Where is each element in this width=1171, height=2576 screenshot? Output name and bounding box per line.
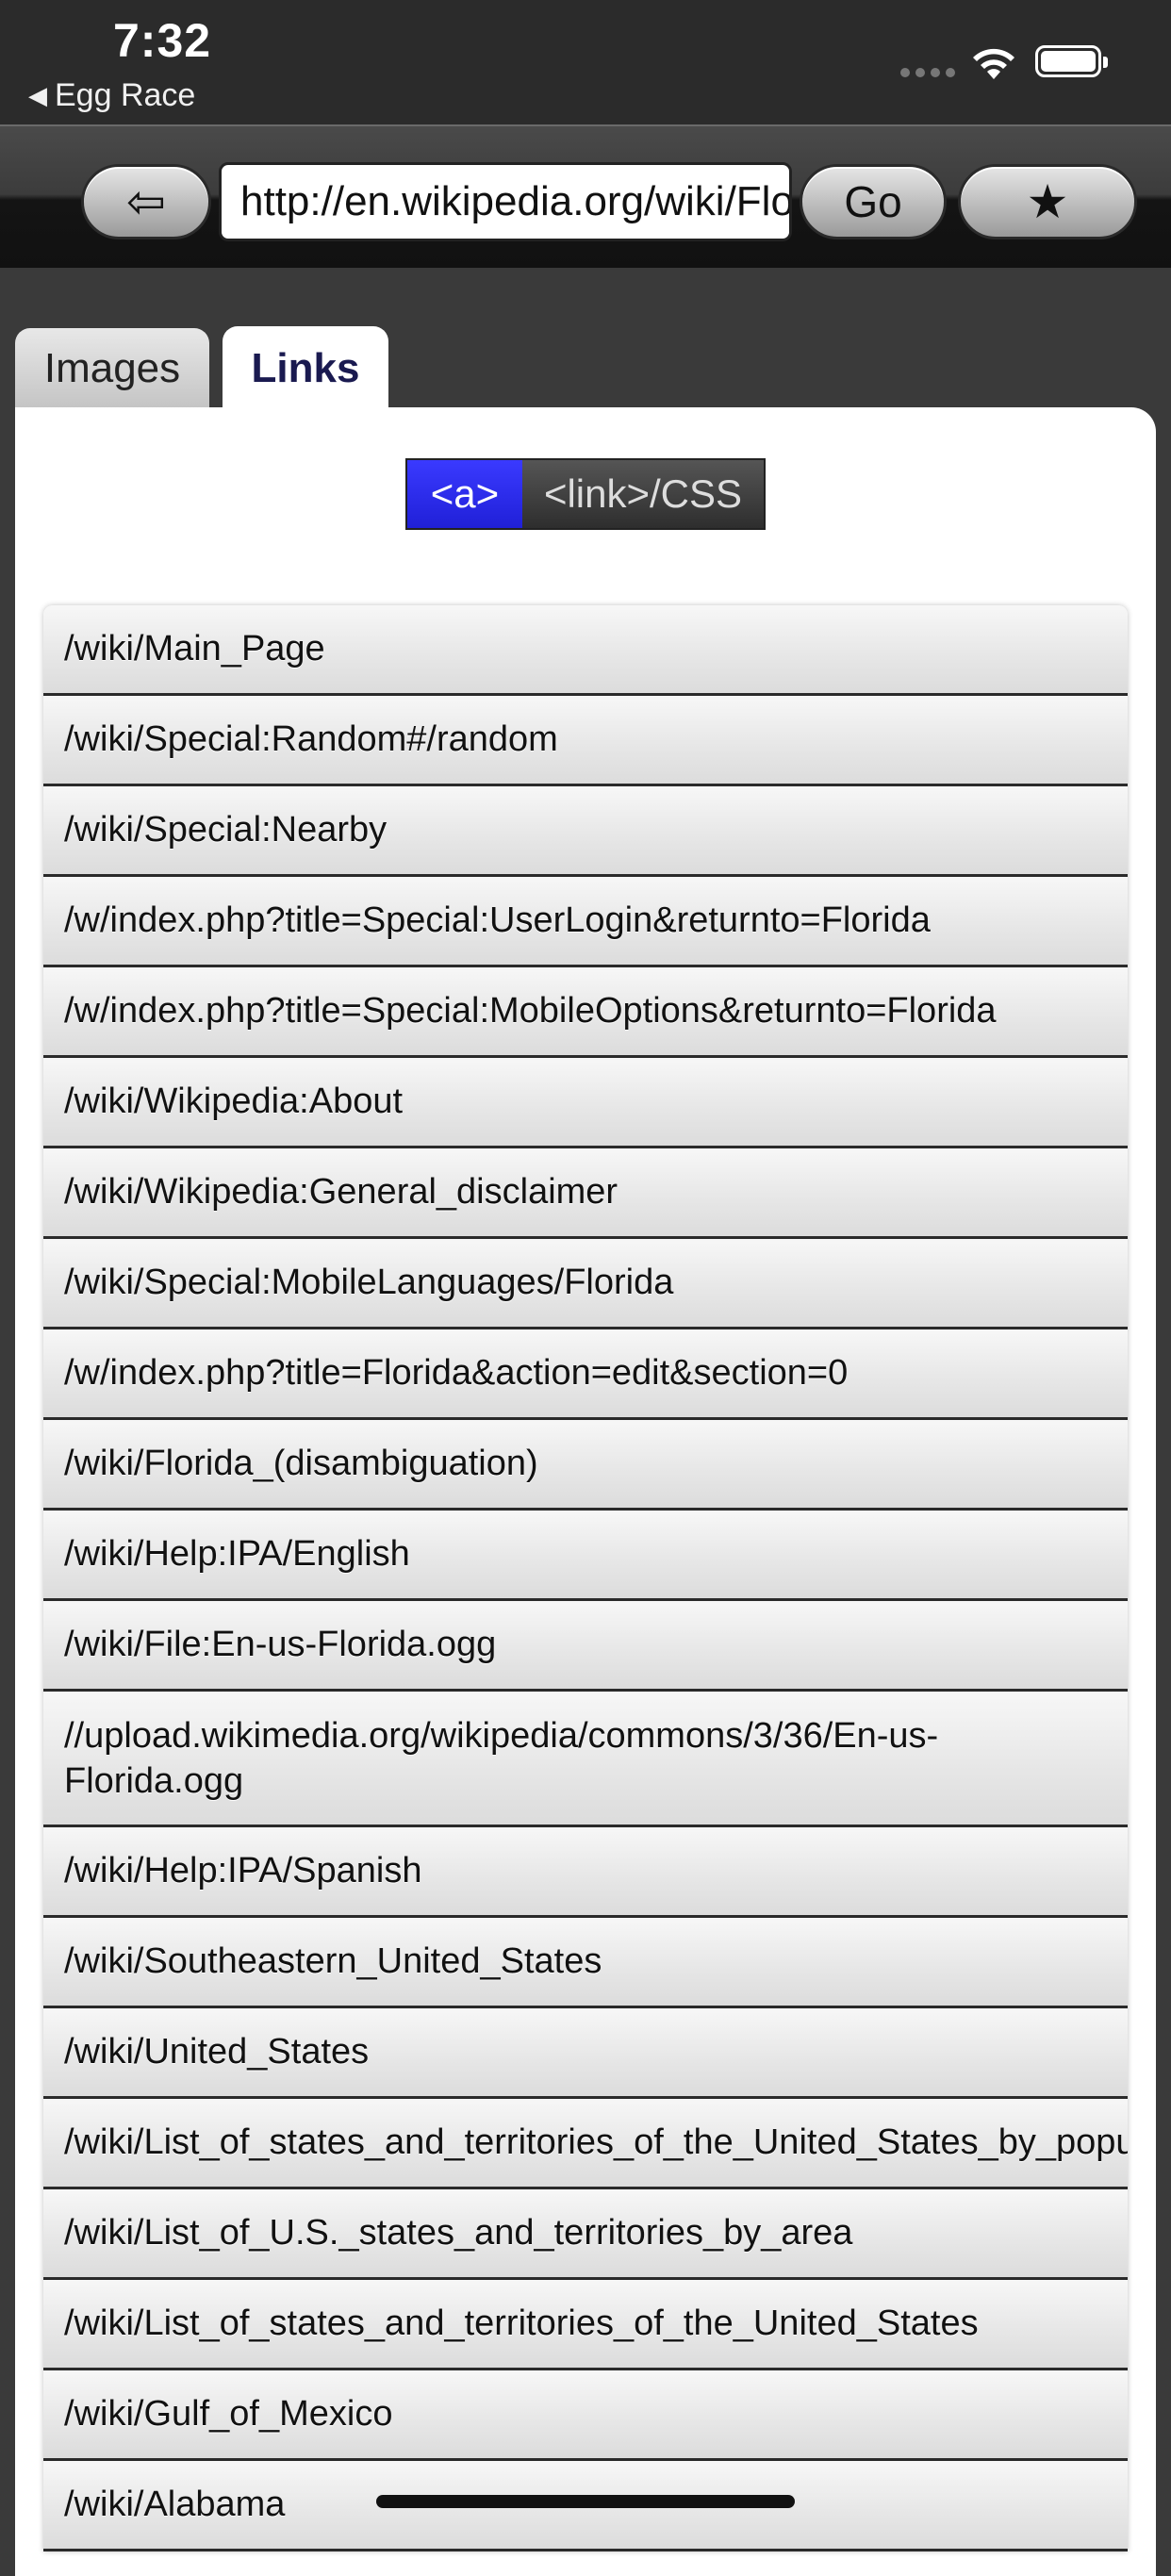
list-item[interactable]: //upload.wikimedia.org/wikipedia/commons… [43,1692,1128,1827]
segment-link-css[interactable]: <link>/CSS [522,460,764,528]
list-item[interactable]: /wiki/File:En-us-Florida.ogg [43,1601,1128,1692]
list-item[interactable]: /wiki/Wikipedia:About [43,1058,1128,1148]
wifi-icon [973,48,1014,79]
list-item[interactable]: /wiki/Main_Page [43,605,1128,696]
list-item[interactable]: /wiki/List_of_states_and_territories_of_… [43,2280,1128,2370]
back-button[interactable]: ⇦ [81,164,211,239]
list-item[interactable]: /wiki/Special:Random#/random [43,696,1128,786]
list-item[interactable]: /wiki/Gulf_of_Mexico [43,2370,1128,2461]
list-item[interactable]: /wiki/Help:IPA/Spanish [43,1827,1128,1918]
status-bar: 7:32 ◀ Egg Race [0,0,1171,124]
links-list: /wiki/Main_Page /wiki/Special:Random#/ra… [43,605,1128,2551]
link-type-segmented-control: <a> <link>/CSS [405,458,766,530]
segment-anchor-tags[interactable]: <a> [407,460,522,528]
list-item[interactable]: /wiki/Help:IPA/English [43,1511,1128,1601]
list-item[interactable]: /w/index.php?title=Special:MobileOptions… [43,967,1128,1058]
list-item[interactable]: /w/index.php?title=Special:UserLogin&ret… [43,877,1128,967]
list-item[interactable]: /wiki/List_of_states_and_territories_of_… [43,2099,1128,2189]
url-field[interactable]: http://en.wikipedia.org/wiki/Florida [219,162,792,241]
list-item[interactable]: /wiki/Special:Nearby [43,786,1128,877]
go-button[interactable]: Go [800,164,947,239]
status-time: 7:32 [113,14,212,67]
back-to-app-link[interactable]: ◀ Egg Race [28,77,195,114]
list-item[interactable]: /wiki/Southeastern_United_States [43,1918,1128,2008]
battery-icon [1035,45,1108,77]
tab-images[interactable]: Images [15,328,209,409]
list-item[interactable]: /w/index.php?title=Florida&action=edit&s… [43,1329,1128,1420]
list-item[interactable]: /wiki/Special:MobileLanguages/Florida [43,1239,1128,1329]
cellular-signal-icon [900,68,955,77]
list-item[interactable]: /wiki/Wikipedia:General_disclaimer [43,1148,1128,1239]
back-triangle-icon: ◀ [28,81,47,109]
list-item[interactable]: /wiki/United_States [43,2008,1128,2099]
bookmark-star-button[interactable]: ★ [958,164,1137,239]
list-item[interactable]: /wiki/Florida_(disambiguation) [43,1420,1128,1511]
browser-toolbar: ⇦ http://en.wikipedia.org/wiki/Florida G… [0,124,1171,268]
list-item[interactable]: /wiki/List_of_U.S._states_and_territorie… [43,2189,1128,2280]
home-indicator[interactable] [376,2495,795,2508]
back-app-label: Egg Race [55,77,196,113]
tab-links[interactable]: Links [223,326,388,411]
